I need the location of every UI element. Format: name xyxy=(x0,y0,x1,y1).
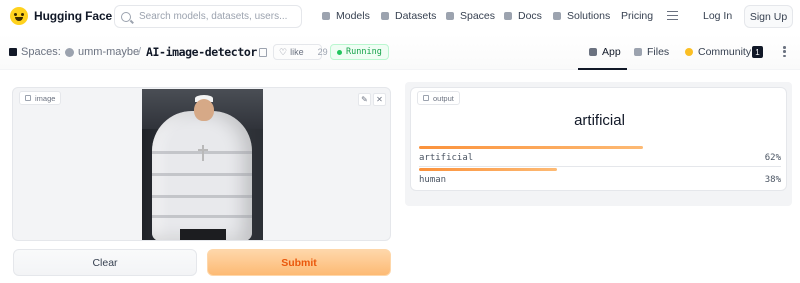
output-block-label: output xyxy=(417,91,460,105)
space-name-link[interactable]: AI-image-detector xyxy=(146,45,257,59)
signup-button[interactable]: Sign Up xyxy=(744,5,793,28)
confidence-row: human 38% xyxy=(419,168,781,188)
models-icon xyxy=(322,12,330,20)
like-label: like xyxy=(290,47,304,57)
kebab-menu-icon[interactable] xyxy=(783,46,786,58)
path-separator: / xyxy=(138,46,142,58)
like-button[interactable]: ♡ like 29 xyxy=(273,44,328,60)
solutions-icon xyxy=(553,12,561,20)
confidence-label: human xyxy=(419,175,447,185)
datasets-icon xyxy=(381,12,389,20)
output-panel: output artificial artificial 62% human 3… xyxy=(410,87,787,191)
uploaded-image xyxy=(142,89,263,240)
confidence-row: artificial 62% xyxy=(419,146,781,167)
submit-button[interactable]: Submit xyxy=(207,249,391,276)
nav-link-datasets[interactable]: Datasets xyxy=(381,10,436,22)
chart-icon xyxy=(423,95,429,101)
nav-link-models[interactable]: Models xyxy=(322,10,370,22)
status-badge: Running xyxy=(330,44,389,60)
edit-icon[interactable]: ✎ xyxy=(358,93,371,106)
top-navbar: Hugging Face Models Datasets Spaces Docs… xyxy=(0,0,800,34)
heart-icon: ♡ xyxy=(279,46,288,57)
login-link[interactable]: Log In xyxy=(703,10,732,22)
space-owner-link[interactable]: umm-maybe xyxy=(78,46,139,58)
community-icon xyxy=(685,48,693,56)
owner-avatar xyxy=(65,48,74,57)
brand-name: Hugging Face xyxy=(34,9,113,23)
confidence-label: artificial xyxy=(419,153,474,163)
community-count-badge: 1 xyxy=(752,46,763,58)
brand-logo[interactable]: Hugging Face xyxy=(10,7,112,25)
nav-link-pricing[interactable]: Pricing xyxy=(621,10,653,22)
confidence-value: 38% xyxy=(764,175,781,185)
running-dot-icon xyxy=(337,49,342,55)
close-icon[interactable]: ✕ xyxy=(373,93,386,106)
search-box[interactable] xyxy=(114,5,302,28)
image-block-label: image xyxy=(19,91,62,105)
confidence-bar xyxy=(419,168,557,171)
confidence-bar xyxy=(419,146,644,149)
search-input[interactable] xyxy=(139,11,299,22)
search-icon xyxy=(121,11,131,22)
spaces-section-label[interactable]: Spaces: xyxy=(21,46,61,58)
nav-link-docs[interactable]: Docs xyxy=(504,10,542,22)
confidence-value: 62% xyxy=(764,153,781,163)
app-icon xyxy=(589,48,597,56)
docs-icon xyxy=(504,12,512,20)
copy-icon[interactable] xyxy=(259,48,267,57)
clear-button[interactable]: Clear xyxy=(13,249,197,276)
image-icon xyxy=(25,95,31,101)
top-prediction-label: artificial xyxy=(574,112,625,129)
space-header: Spaces: umm-maybe / AI-image-detector ♡ … xyxy=(0,34,800,70)
tab-community[interactable]: Community xyxy=(685,46,751,58)
spaces-icon xyxy=(446,12,454,20)
tab-app[interactable]: App xyxy=(589,46,621,58)
nav-link-spaces[interactable]: Spaces xyxy=(446,10,495,22)
active-tab-indicator xyxy=(578,68,627,70)
more-menu-icon[interactable] xyxy=(667,11,678,20)
like-count: 29 xyxy=(317,47,328,57)
hugging-face-emoji-icon xyxy=(10,7,28,25)
files-icon xyxy=(634,48,642,56)
image-input-panel[interactable]: image ✎ ✕ xyxy=(12,87,391,241)
nav-link-solutions[interactable]: Solutions xyxy=(553,10,610,22)
spaces-logo-icon xyxy=(9,48,17,56)
tab-files[interactable]: Files xyxy=(634,46,669,58)
